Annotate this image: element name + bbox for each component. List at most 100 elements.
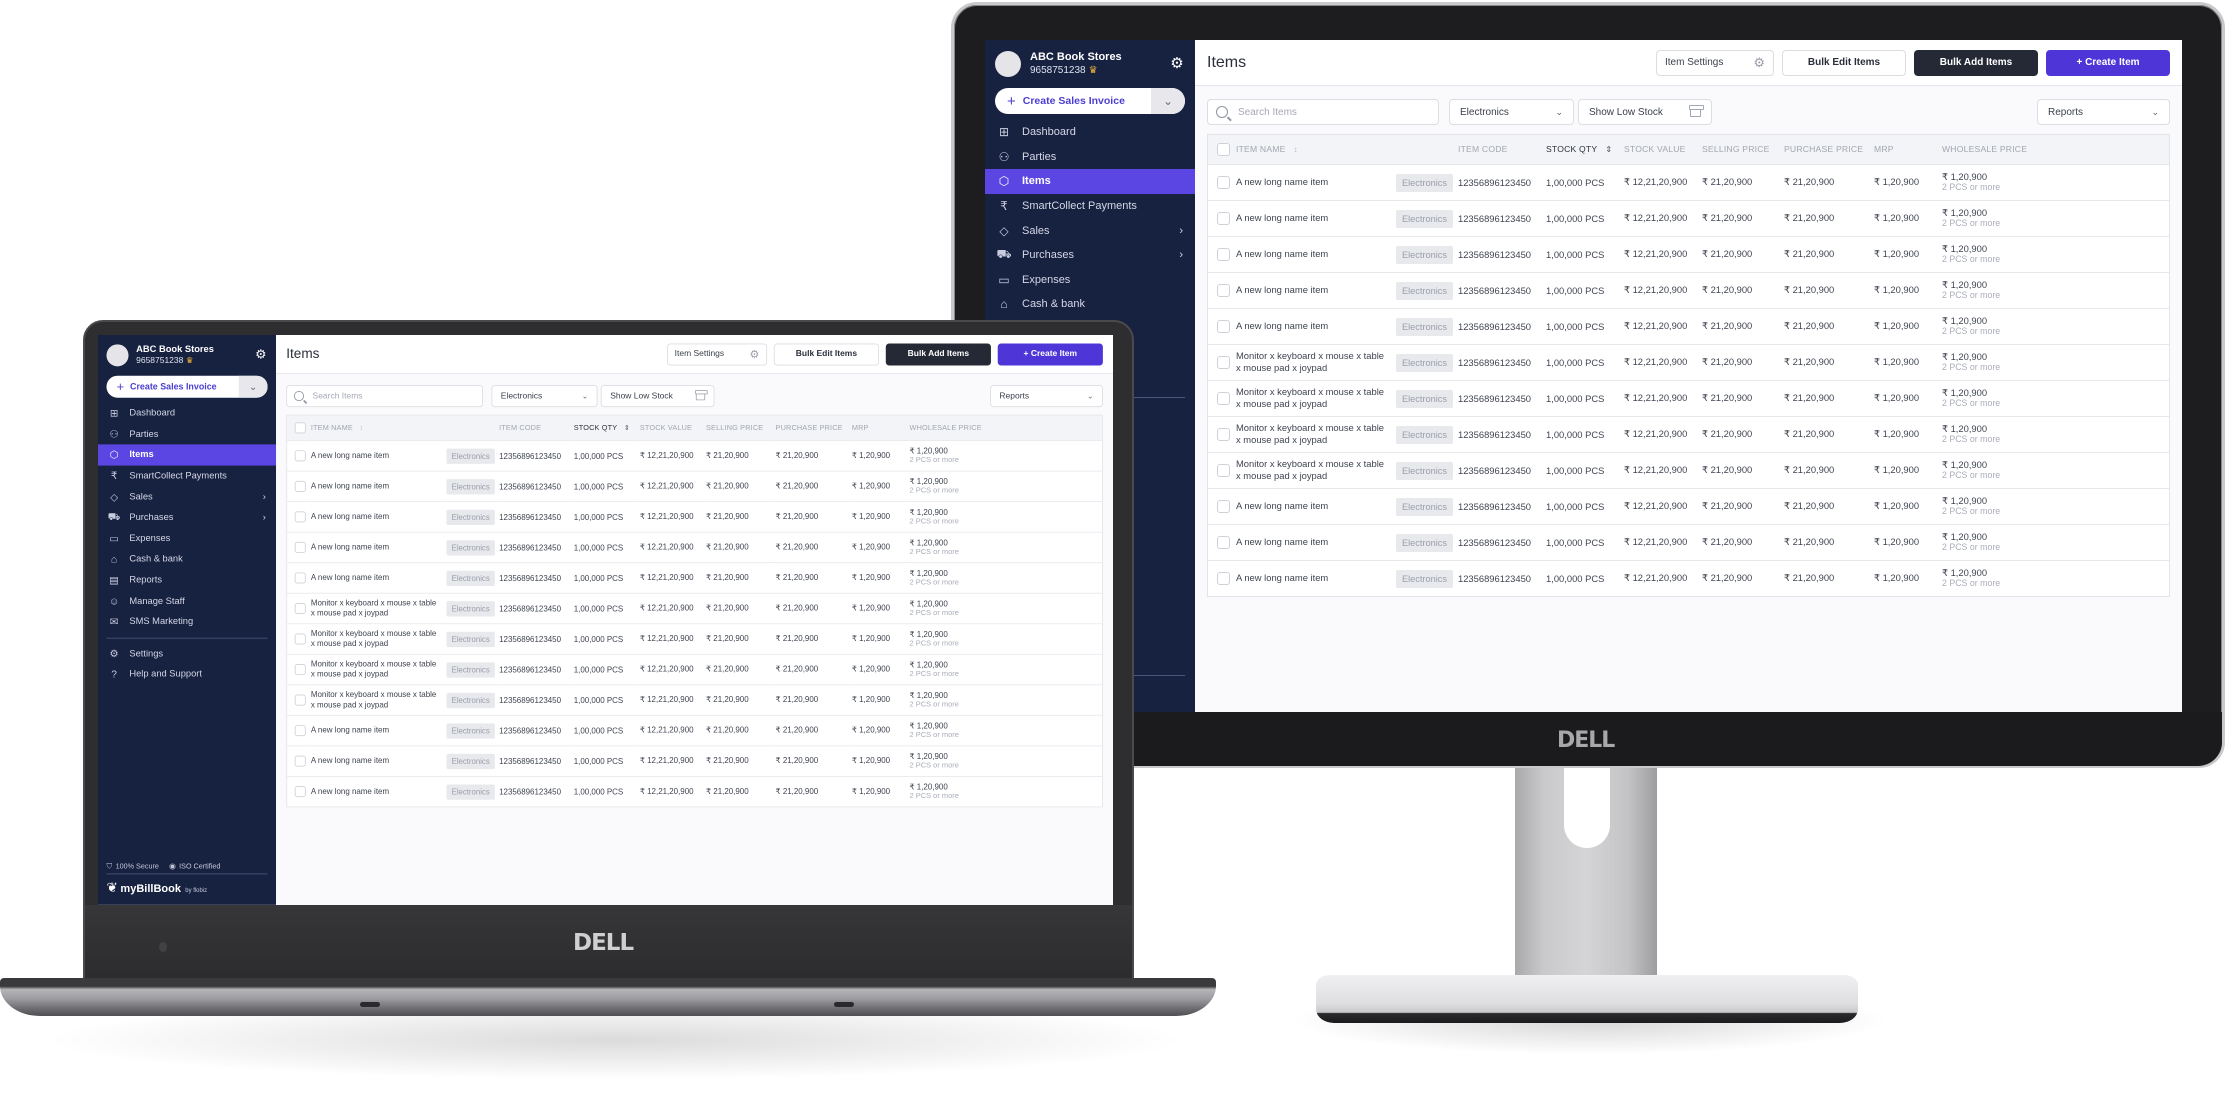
sidebar-item-settings[interactable]: ⚙ Settings xyxy=(98,643,276,664)
sidebar-item-cash-bank[interactable]: ⌂ Cash & bank xyxy=(98,549,276,570)
table-row[interactable]: A new long name item Electronics 123568961… xyxy=(287,531,1103,563)
sidebar-item-reports[interactable]: ▤ Reports xyxy=(98,570,276,591)
item-name[interactable]: A new long name item xyxy=(311,471,447,502)
sidebar-item-expenses[interactable]: ▭ Expenses xyxy=(985,268,1195,293)
item-name[interactable]: Monitor x keyboard x mouse x table x mou… xyxy=(1236,380,1396,416)
sidebar-item-sales[interactable]: ◇ Sales › xyxy=(985,218,1195,243)
item-name[interactable]: A new long name item xyxy=(311,715,447,746)
table-row[interactable]: A new long name item Electronics 123568961… xyxy=(1208,164,2169,200)
table-row[interactable]: A new long name item Electronics 123568961… xyxy=(1208,200,2169,236)
gear-icon[interactable]: ⚙ xyxy=(1169,56,1185,72)
item-name[interactable]: A new long name item xyxy=(1236,524,1396,560)
sidebar-item-expenses[interactable]: ▭ Expenses xyxy=(98,528,276,549)
item-name[interactable]: Monitor x keyboard x mouse x table x mou… xyxy=(1236,416,1396,452)
item-name[interactable]: A new long name item xyxy=(311,532,447,563)
sidebar-item-manage-staff[interactable]: ☺ Manage Staff xyxy=(98,591,276,612)
item-name[interactable]: Monitor x keyboard x mouse x table x mou… xyxy=(311,654,447,685)
create-invoice-dropdown-toggle[interactable]: ⌄ xyxy=(238,375,268,398)
sidebar-item-sms-marketing[interactable]: ✉ SMS Marketing xyxy=(98,611,276,632)
sidebar-item-purchases[interactable]: ⛟ Purchases › xyxy=(985,243,1195,268)
search-input[interactable] xyxy=(312,391,466,401)
create-invoice-dropdown-toggle[interactable]: ⌄ xyxy=(1151,88,1185,114)
bulk-add-items-button[interactable]: Bulk Add Items xyxy=(885,343,991,366)
item-name[interactable]: A new long name item xyxy=(1236,272,1396,308)
table-row[interactable]: A new long name item Electronics 123568961… xyxy=(1208,308,2169,344)
item-name[interactable]: A new long name item xyxy=(311,501,447,532)
select-all-checkbox[interactable] xyxy=(1217,142,1230,156)
item-name[interactable]: A new long name item xyxy=(1236,236,1396,272)
row-checkbox[interactable] xyxy=(1217,391,1230,405)
row-checkbox[interactable] xyxy=(294,633,306,645)
row-checkbox[interactable] xyxy=(294,602,306,614)
table-row[interactable]: Monitor x keyboard x mouse x table x mou… xyxy=(1208,344,2169,380)
table-row[interactable]: A new long name item Electronics 123568961… xyxy=(1208,560,2169,596)
row-checkbox[interactable] xyxy=(1217,355,1230,369)
row-checkbox[interactable] xyxy=(294,724,306,736)
sidebar-item-items[interactable]: ⬡ Items xyxy=(985,169,1195,194)
sidebar-item-dashboard[interactable]: ⊞ Dashboard xyxy=(98,403,276,424)
sidebar-item-parties[interactable]: ⚇ Parties xyxy=(985,145,1195,170)
item-name[interactable]: A new long name item xyxy=(1236,560,1396,596)
item-name[interactable]: A new long name item xyxy=(1236,488,1396,524)
item-settings-button[interactable]: Item Settings ⚙ xyxy=(667,343,768,366)
table-row[interactable]: A new long name item Electronics 123568961… xyxy=(287,714,1103,746)
row-checkbox[interactable] xyxy=(294,572,306,584)
sidebar-item-smartcollect-payments[interactable]: ₹ SmartCollect Payments xyxy=(98,465,276,486)
business-avatar[interactable] xyxy=(995,51,1021,77)
item-name[interactable]: A new long name item xyxy=(1236,308,1396,344)
item-name[interactable]: Monitor x keyboard x mouse x table x mou… xyxy=(1236,344,1396,380)
create-item-button[interactable]: + Create Item xyxy=(997,343,1103,366)
item-name[interactable]: Monitor x keyboard x mouse x table x mou… xyxy=(311,684,447,715)
bulk-add-items-button[interactable]: Bulk Add Items xyxy=(1914,49,2038,76)
table-row[interactable]: Monitor x keyboard x mouse x table x mou… xyxy=(287,684,1103,715)
category-select[interactable]: Electronics ⌄ xyxy=(1449,99,1574,125)
select-all-checkbox[interactable] xyxy=(294,422,306,434)
create-item-button[interactable]: + Create Item xyxy=(2046,49,2170,76)
row-checkbox[interactable] xyxy=(1217,319,1230,333)
row-checkbox[interactable] xyxy=(1217,247,1230,261)
row-checkbox[interactable] xyxy=(294,785,306,797)
table-row[interactable]: A new long name item Electronics 123568961… xyxy=(287,440,1103,471)
row-checkbox[interactable] xyxy=(294,449,306,461)
sort-icon[interactable]: ↕ xyxy=(1294,145,1298,154)
table-row[interactable]: A new long name item Electronics 123568961… xyxy=(287,470,1103,502)
item-name[interactable]: Monitor x keyboard x mouse x table x mou… xyxy=(311,623,447,654)
sidebar-item-smartcollect-payments[interactable]: ₹ SmartCollect Payments xyxy=(985,194,1195,219)
bulk-edit-items-button[interactable]: Bulk Edit Items xyxy=(773,343,880,366)
column-header-qty[interactable]: STOCK QTY ⇕ xyxy=(1546,135,1624,164)
table-row[interactable]: A new long name item Electronics 123568961… xyxy=(287,775,1103,807)
table-row[interactable]: A new long name item Electronics 123568961… xyxy=(287,745,1103,776)
item-name[interactable]: Monitor x keyboard x mouse x table x mou… xyxy=(311,593,447,624)
row-checkbox[interactable] xyxy=(294,510,306,522)
row-checkbox[interactable] xyxy=(1217,427,1230,441)
create-sales-invoice-button[interactable]: + Create Sales Invoice xyxy=(106,380,238,394)
item-name[interactable]: A new long name item xyxy=(311,745,447,776)
table-row[interactable]: Monitor x keyboard x mouse x table x mou… xyxy=(1208,380,2169,416)
row-checkbox[interactable] xyxy=(294,755,306,767)
row-checkbox[interactable] xyxy=(1217,499,1230,513)
column-header-name[interactable]: ITEM NAME ↕ xyxy=(311,416,447,441)
reports-select[interactable]: Reports ⌄ xyxy=(2037,99,2170,125)
sort-icon[interactable]: ↕ xyxy=(360,424,364,432)
show-low-stock-toggle[interactable]: Show Low Stock xyxy=(1578,99,1712,125)
bulk-edit-items-button[interactable]: Bulk Edit Items xyxy=(1782,49,1906,76)
table-row[interactable]: Monitor x keyboard x mouse x table x mou… xyxy=(287,623,1103,654)
table-row[interactable]: A new long name item Electronics 123568961… xyxy=(1208,236,2169,272)
table-row[interactable]: A new long name item Electronics 123568961… xyxy=(1208,488,2169,524)
table-row[interactable]: A new long name item Electronics 123568961… xyxy=(1208,524,2169,560)
row-checkbox[interactable] xyxy=(294,694,306,706)
show-low-stock-toggle[interactable]: Show Low Stock xyxy=(600,385,715,408)
table-row[interactable]: Monitor x keyboard x mouse x table x mou… xyxy=(1208,416,2169,452)
row-checkbox[interactable] xyxy=(1217,463,1230,477)
sort-icon[interactable]: ⇕ xyxy=(1605,145,1612,154)
reports-select[interactable]: Reports ⌄ xyxy=(990,385,1103,408)
sidebar-item-items[interactable]: ⬡ Items xyxy=(98,444,277,466)
create-sales-invoice-button[interactable]: + Create Sales Invoice xyxy=(995,93,1151,110)
sidebar-item-dashboard[interactable]: ⊞ Dashboard xyxy=(985,120,1195,145)
table-row[interactable]: A new long name item Electronics 123568961… xyxy=(287,562,1103,593)
category-select[interactable]: Electronics ⌄ xyxy=(491,385,598,408)
item-settings-button[interactable]: Item Settings ⚙ xyxy=(1656,49,1774,76)
item-name[interactable]: Monitor x keyboard x mouse x table x mou… xyxy=(1236,452,1396,488)
sidebar-item-cash-bank[interactable]: ⌂ Cash & bank xyxy=(985,292,1195,317)
table-row[interactable]: A new long name item Electronics 123568961… xyxy=(1208,272,2169,308)
